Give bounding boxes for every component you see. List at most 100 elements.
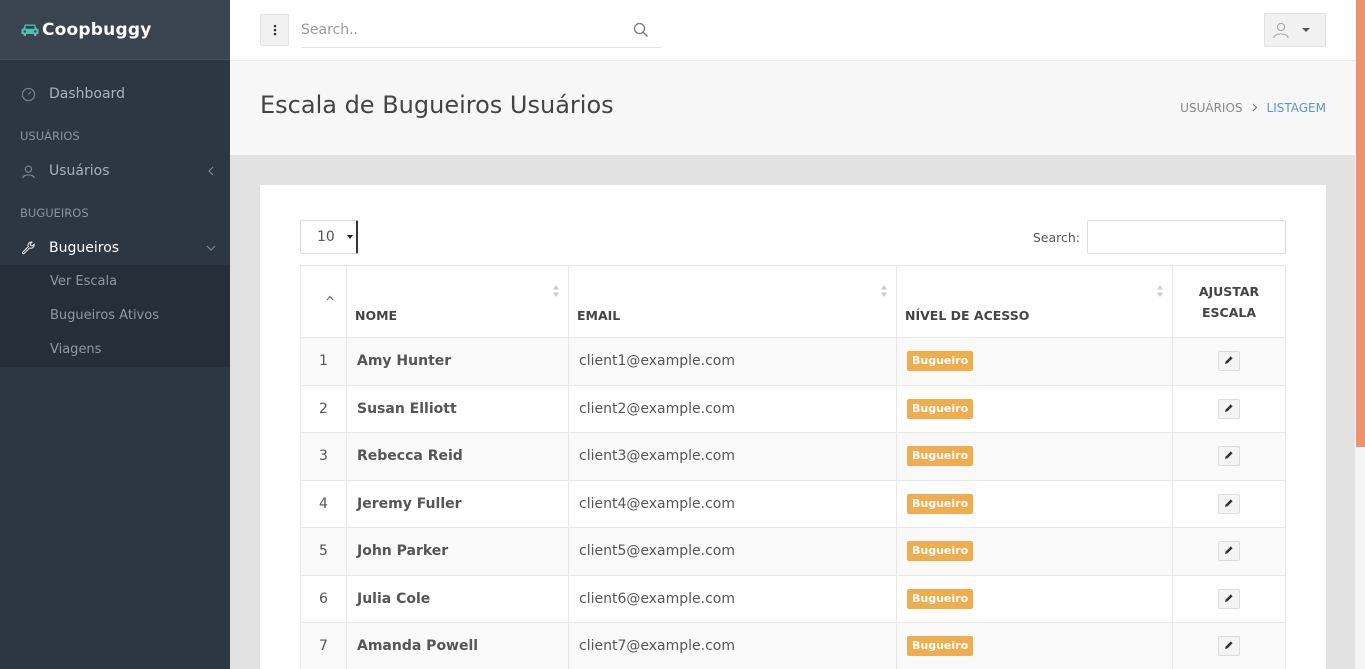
- scrollbar-thumb[interactable]: [1356, 0, 1365, 447]
- column-index-header[interactable]: [300, 265, 347, 338]
- search-icon[interactable]: [633, 22, 649, 38]
- sort-icon: [1156, 284, 1164, 298]
- adjust-cell: [1172, 622, 1286, 669]
- user-menu-button[interactable]: [1264, 13, 1326, 47]
- sidebar-subitem-viagens[interactable]: Viagens: [0, 333, 230, 367]
- kebab-menu-icon: [273, 21, 277, 40]
- access-level-cell: Bugueiro: [896, 479, 1173, 528]
- access-level-cell: Bugueiro: [896, 527, 1173, 576]
- bugueiros-submenu: Ver Escala Bugueiros Ativos Viagens: [0, 265, 230, 367]
- sort-icon: [552, 284, 560, 298]
- brand-name: Coopbuggy: [42, 19, 152, 40]
- row-index: 7: [300, 622, 347, 669]
- edit-schedule-button[interactable]: [1218, 446, 1240, 467]
- user-email: client1@example.com: [568, 337, 897, 386]
- section-bugueiros-heading: BUGUEIROS: [20, 206, 89, 220]
- sidebar-item-dashboard[interactable]: Dashboard: [0, 77, 230, 111]
- chevron-right-icon: [1252, 101, 1258, 115]
- user-name: Amy Hunter: [346, 337, 569, 386]
- sidebar-subitem-bugueiros-ativos[interactable]: Bugueiros Ativos: [0, 299, 230, 333]
- edit-schedule-button[interactable]: [1218, 588, 1240, 609]
- user-name: Jeremy Fuller: [346, 479, 569, 528]
- column-header-name[interactable]: NOME: [346, 265, 569, 338]
- page-scrollbar[interactable]: [1355, 0, 1365, 669]
- table-row: 2 Susan Elliott client2@example.com Bugueir…: [300, 384, 1286, 433]
- search-input[interactable]: [301, 14, 621, 46]
- row-index: 4: [300, 479, 347, 528]
- user-name: Susan Elliott: [346, 384, 569, 433]
- dropdown-arrow-icon: [347, 235, 353, 239]
- sort-asc-icon: [326, 289, 334, 301]
- row-index: 6: [300, 574, 347, 623]
- edit-schedule-button[interactable]: [1218, 351, 1240, 372]
- brand[interactable]: Coopbuggy: [0, 0, 230, 60]
- row-index: 5: [300, 527, 347, 576]
- user-email: client2@example.com: [568, 384, 897, 433]
- top-search: [301, 14, 661, 48]
- access-level-cell: Bugueiro: [896, 622, 1173, 669]
- access-level-cell: Bugueiro: [896, 574, 1173, 623]
- access-level-cell: Bugueiro: [896, 432, 1173, 481]
- users-table: NOME EMAIL NÍVEL DE ACESSO AJUSTAR ESCAL…: [300, 265, 1286, 669]
- access-level-badge: Bugueiro: [907, 398, 974, 419]
- user-email: client5@example.com: [568, 527, 897, 576]
- breadcrumb-listagem[interactable]: LISTAGEM: [1267, 101, 1326, 115]
- pencil-icon: [1224, 638, 1234, 654]
- column-header-adjust-schedule: AJUSTAR ESCALA: [1172, 265, 1286, 338]
- wrench-icon: [20, 240, 36, 256]
- sidebar-item-users[interactable]: Usuários: [0, 154, 230, 188]
- breadcrumb-users[interactable]: USUÁRIOS: [1180, 101, 1242, 115]
- access-level-cell: Bugueiro: [896, 337, 1173, 386]
- pencil-icon: [1224, 401, 1234, 417]
- page-title: Escala de Bugueiros Usuários: [260, 91, 614, 119]
- dashboard-icon: [20, 86, 36, 102]
- user-email: client3@example.com: [568, 432, 897, 481]
- access-level-cell: Bugueiro: [896, 384, 1173, 433]
- chevron-left-icon: [206, 164, 216, 178]
- pencil-icon: [1224, 543, 1234, 559]
- sidebar-item-bugueiros[interactable]: Bugueiros: [0, 231, 230, 265]
- pencil-icon: [1224, 496, 1234, 512]
- table-row: 1 Amy Hunter client1@example.com Bugueiro: [300, 337, 1286, 386]
- column-header-access-level[interactable]: NÍVEL DE ACESSO: [896, 265, 1173, 338]
- edit-schedule-button[interactable]: [1218, 493, 1240, 514]
- sidebar: Coopbuggy Dashboard USUÁRIOS Usuários BU…: [0, 0, 230, 669]
- table-row: 5 John Parker client5@example.com Bugueiro: [300, 527, 1286, 576]
- sidebar-item-label: Dashboard: [49, 86, 125, 102]
- adjust-cell: [1172, 384, 1286, 433]
- breadcrumb: USUÁRIOS LISTAGEM: [1180, 101, 1326, 115]
- menu-toggle-button[interactable]: [260, 14, 289, 46]
- caret-down-icon: [1302, 28, 1310, 32]
- sidebar-subitem-ver-escala[interactable]: Ver Escala: [0, 265, 230, 299]
- edit-schedule-button[interactable]: [1218, 398, 1240, 419]
- pencil-icon: [1224, 591, 1234, 607]
- access-level-badge: Bugueiro: [907, 493, 974, 514]
- access-level-badge: Bugueiro: [907, 351, 974, 372]
- adjust-cell: [1172, 479, 1286, 528]
- table-search-input[interactable]: [1087, 220, 1286, 254]
- topbar: [230, 0, 1355, 61]
- row-index: 2: [300, 384, 347, 433]
- table-header-row: NOME EMAIL NÍVEL DE ACESSO AJUSTAR ESCAL…: [300, 265, 1286, 338]
- user-name: Rebecca Reid: [346, 432, 569, 481]
- column-header-label: NÍVEL DE ACESSO: [905, 308, 1030, 323]
- adjust-cell: [1172, 432, 1286, 481]
- table-search-label: Search:: [1032, 229, 1080, 245]
- column-header-label: ESCALA: [1201, 304, 1257, 320]
- page-length-value: 10: [317, 229, 335, 245]
- section-users-heading: USUÁRIOS: [20, 129, 80, 143]
- chevron-down-icon: [206, 241, 216, 255]
- user-email: client7@example.com: [568, 622, 897, 669]
- avatar-icon: [1272, 21, 1290, 39]
- sidebar-item-label: Bugueiros: [49, 240, 120, 256]
- page-header: Escala de Bugueiros Usuários USUÁRIOS LI…: [230, 61, 1355, 155]
- access-level-badge: Bugueiro: [907, 541, 974, 562]
- edit-schedule-button[interactable]: [1218, 636, 1240, 657]
- column-header-label: EMAIL: [577, 308, 621, 323]
- edit-schedule-button[interactable]: [1218, 541, 1240, 562]
- column-header-email[interactable]: EMAIL: [568, 265, 897, 338]
- pencil-icon: [1224, 448, 1234, 464]
- table-row: 6 Julia Cole client6@example.com Bugueiro: [300, 574, 1286, 623]
- content-card: 10 Search: NOME EMAIL NÍVEL DE ACESSO AJ…: [260, 185, 1326, 669]
- page-length-select[interactable]: 10: [300, 220, 358, 254]
